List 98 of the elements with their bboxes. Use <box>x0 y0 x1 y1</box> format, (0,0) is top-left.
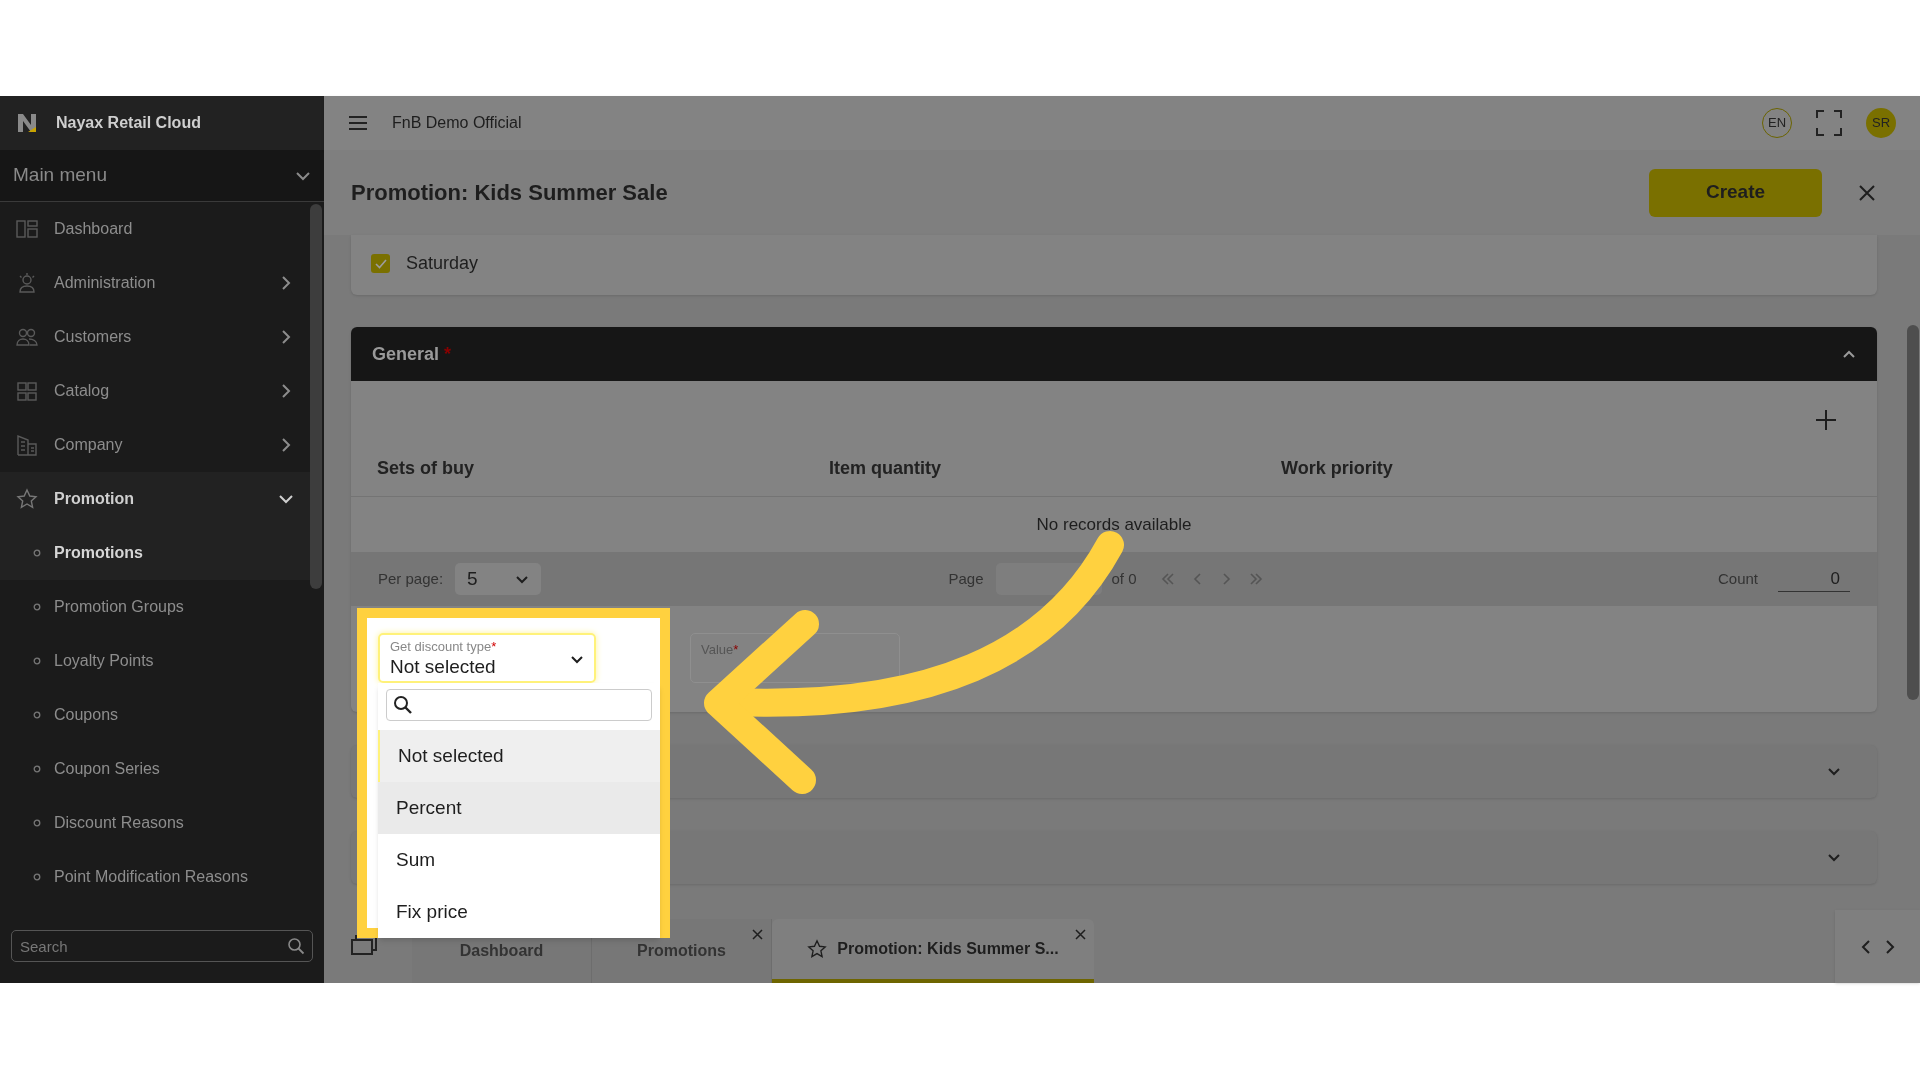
previous-page-icon[interactable] <box>1192 573 1203 585</box>
bullet-icon <box>33 657 41 665</box>
bullet-icon <box>33 765 41 773</box>
add-icon[interactable] <box>1815 409 1837 431</box>
windows-icon[interactable] <box>351 935 377 955</box>
required-mark: * <box>733 642 739 657</box>
chevron-icon <box>1842 349 1856 359</box>
scrollbar[interactable] <box>1906 325 1919 700</box>
scrollbar[interactable] <box>310 204 322 589</box>
menu-label: Loyalty Points <box>54 651 154 671</box>
star-icon <box>807 939 828 959</box>
required-mark: * <box>491 639 497 654</box>
chevron-icon <box>515 574 530 584</box>
menu-label: Promotion <box>54 489 135 509</box>
page-title: Promotion: Kids Summer Sale <box>351 179 668 207</box>
menu-item-icon <box>16 272 38 294</box>
sidebar-subitem[interactable]: Coupons <box>0 688 310 742</box>
dropdown-option[interactable]: Fix price <box>378 886 660 938</box>
menu-item-icon <box>16 218 38 240</box>
search-field[interactable]: Search <box>11 930 313 962</box>
sidebar-item[interactable]: Company <box>0 418 310 472</box>
checkbox-label: Saturday <box>406 252 479 275</box>
chevron-icon <box>1827 767 1841 776</box>
chevron-icon <box>1827 853 1841 862</box>
per-page-select[interactable]: 5 <box>455 563 542 595</box>
sidebar-subitem[interactable]: Promotion Groups <box>0 580 310 634</box>
empty-message: No records available <box>1036 513 1192 536</box>
menu-label: Dashboard <box>54 219 134 239</box>
previous-icon <box>1860 938 1871 955</box>
dropdown-option[interactable]: Percent <box>378 782 660 834</box>
menu-label: Administration <box>54 273 157 293</box>
bullet-icon <box>33 873 41 881</box>
main-menu-header[interactable]: Main menu <box>0 150 324 202</box>
dropdown-option[interactable]: Not selected <box>378 730 660 782</box>
sidebar-subitem[interactable]: Loyalty Points <box>0 634 310 688</box>
column-header: Sets of buy <box>377 458 474 478</box>
sidebar-item[interactable]: Catalog <box>0 364 310 418</box>
close-icon[interactable] <box>1858 183 1876 202</box>
field-label: Get discount type <box>390 639 492 654</box>
chevron-icon <box>295 170 311 181</box>
section-title: General <box>372 343 440 364</box>
bullet-icon <box>33 819 41 827</box>
required-mark: * <box>444 343 452 364</box>
fullscreen-icon[interactable] <box>1816 110 1842 136</box>
check-icon <box>374 258 387 269</box>
bullet-icon <box>33 603 41 611</box>
count-value: 0 <box>1778 565 1850 593</box>
organization-name: FnB Demo Official <box>392 113 522 133</box>
column-header: Work priority <box>1281 458 1393 478</box>
menu-label: Promotions <box>54 543 143 563</box>
discount-type-select[interactable]: Get discount type* Not selected <box>378 633 596 683</box>
menu-icon[interactable] <box>348 115 368 131</box>
create-button[interactable]: Create <box>1649 168 1822 217</box>
section-header[interactable]: General * <box>351 327 1877 381</box>
sidebar-subitem[interactable]: Discount Reasons <box>0 796 310 850</box>
search-icon <box>287 937 305 955</box>
menu-item-icon <box>16 380 38 402</box>
menu-label: Coupons <box>54 705 119 725</box>
sidebar-item[interactable]: Administration <box>0 256 310 310</box>
last-page-icon[interactable] <box>1248 573 1263 585</box>
app-title: Nayax Retail Cloud <box>56 113 201 133</box>
menu-label: Promotion Groups <box>54 597 184 617</box>
next-icon <box>1884 938 1895 955</box>
bottom-tab[interactable]: Promotion: Kids Summer S... <box>772 919 1094 983</box>
sidebar-item[interactable]: Customers <box>0 310 310 364</box>
sidebar-item[interactable]: Promotion <box>0 472 310 526</box>
menu-item-icon <box>16 488 38 510</box>
page-label: Page <box>948 568 984 589</box>
menu-label: Customers <box>54 327 133 347</box>
search-icon <box>393 695 413 715</box>
bullet-icon <box>33 711 41 719</box>
column-header: Item quantity <box>829 458 941 478</box>
dropdown-search-field[interactable] <box>386 689 652 721</box>
menu-item-icon <box>16 326 38 348</box>
first-page-icon[interactable] <box>1160 573 1175 585</box>
menu-item-icon <box>16 434 38 456</box>
next-page-icon[interactable] <box>1220 573 1231 585</box>
count-label: Count <box>1717 568 1758 589</box>
menu-label: Coupon Series <box>54 759 160 779</box>
dropdown-option[interactable]: Sum <box>378 834 660 886</box>
close-icon[interactable] <box>752 929 763 940</box>
menu-label: Discount Reasons <box>54 813 184 833</box>
sidebar-item[interactable]: Dashboard <box>0 202 310 256</box>
menu-label: Company <box>54 435 124 455</box>
per-page-label: Per page: <box>378 568 444 589</box>
page-count: of 0 <box>1111 568 1137 589</box>
sidebar-subitem[interactable]: Point Modification Reasons <box>0 850 310 904</box>
user-avatar[interactable]: SR <box>1866 108 1896 138</box>
bullet-icon <box>33 549 41 557</box>
close-icon[interactable] <box>1075 929 1086 940</box>
menu-title: Main menu <box>13 163 107 188</box>
sidebar-subitem[interactable]: Coupon Series <box>0 742 310 796</box>
field-value: Not selected <box>390 655 497 679</box>
menu-label: Point Modification Reasons <box>54 867 248 887</box>
menu-label: Catalog <box>54 381 111 401</box>
logo-icon <box>16 112 38 134</box>
chevron-icon <box>570 654 584 664</box>
checkbox[interactable] <box>371 254 390 273</box>
